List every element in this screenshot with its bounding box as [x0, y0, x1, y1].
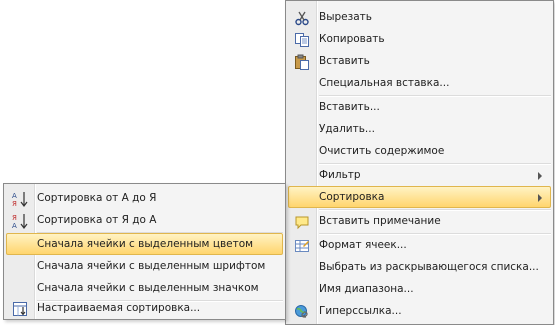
menu-item-copy[interactable]: Копировать — [288, 28, 551, 50]
submenu-item-font-first[interactable]: Сначала ячейки с выделенным шрифтом — [6, 255, 283, 277]
submenu-item-label: Сначала ячейки с выделенным шрифтом — [37, 260, 266, 272]
svg-text:А: А — [12, 192, 17, 200]
menu-item-label: Вставить... — [319, 101, 380, 113]
submenu-item-label: Сначала ячейки с выделенным значком — [37, 282, 259, 294]
menu-item-paste-special[interactable]: Специальная вставка... — [288, 72, 551, 94]
menu-item-hyperlink[interactable]: Гиперссылка... — [288, 300, 551, 322]
svg-text:Я: Я — [12, 200, 17, 208]
submenu-item-custom-sort[interactable]: Настраиваемая сортировка... — [6, 297, 283, 319]
paste-icon — [293, 53, 311, 71]
sort-descending-icon: Я А — [11, 212, 29, 230]
menu-item-label: Специальная вставка... — [319, 77, 450, 89]
custom-sort-icon — [11, 300, 29, 318]
svg-text:А: А — [12, 222, 17, 230]
menu-item-label: Имя диапазона... — [319, 283, 414, 295]
submenu-arrow-icon — [538, 194, 542, 202]
format-cells-icon — [293, 237, 311, 255]
menu-item-name-range[interactable]: Имя диапазона... — [288, 278, 551, 300]
sort-ascending-icon: А Я — [11, 190, 29, 208]
menu-item-label: Вставить примечание — [319, 215, 441, 227]
menu-item-label: Фильтр — [319, 169, 361, 181]
submenu-item-label: Сортировка от А до Я — [37, 192, 157, 204]
menu-item-filter[interactable]: Фильтр — [288, 164, 551, 186]
submenu-arrow-icon — [538, 172, 542, 180]
context-menu: Вырезать Копировать Вставить Специальная… — [285, 0, 554, 325]
submenu-item-sort-z-a[interactable]: Я А Сортировка от Я до А — [6, 209, 283, 231]
insert-comment-icon — [293, 213, 311, 231]
menu-item-clear-contents[interactable]: Очистить содержимое — [288, 140, 551, 162]
menu-item-label: Вырезать — [319, 11, 372, 23]
menu-item-format-cells[interactable]: Формат ячеек... — [288, 234, 551, 256]
menu-item-pick-from-list[interactable]: Выбрать из раскрывающегося списка... — [288, 256, 551, 278]
menu-item-label: Выбрать из раскрывающегося списка... — [319, 261, 539, 273]
menu-item-paste[interactable]: Вставить — [288, 50, 551, 72]
hyperlink-icon — [293, 303, 311, 321]
submenu-item-icon-first[interactable]: Сначала ячейки с выделенным значком — [6, 277, 283, 299]
submenu-item-label: Сначала ячейки с выделенным цветом — [37, 238, 254, 250]
copy-icon — [293, 31, 311, 49]
menu-item-cut[interactable]: Вырезать — [288, 6, 551, 28]
menu-item-label: Сортировка — [319, 191, 385, 203]
scissors-icon — [293, 9, 311, 27]
menu-item-label: Копировать — [319, 33, 385, 45]
menu-item-label: Формат ячеек... — [319, 239, 407, 251]
sort-submenu: А Я Сортировка от А до Я Я А Сортировка … — [3, 183, 286, 320]
svg-text:Я: Я — [12, 214, 17, 222]
submenu-item-label: Сортировка от Я до А — [37, 214, 157, 226]
menu-item-insert-comment[interactable]: Вставить примечание — [288, 210, 551, 232]
submenu-item-color-first[interactable]: Сначала ячейки с выделенным цветом — [6, 233, 283, 255]
submenu-item-label: Настраиваемая сортировка... — [37, 302, 201, 314]
menu-item-label: Очистить содержимое — [319, 145, 445, 157]
menu-item-label: Удалить... — [319, 123, 375, 135]
menu-item-label: Гиперссылка... — [319, 305, 402, 317]
submenu-item-sort-a-z[interactable]: А Я Сортировка от А до Я — [6, 187, 283, 209]
menu-item-insert[interactable]: Вставить... — [288, 96, 551, 118]
menu-item-delete[interactable]: Удалить... — [288, 118, 551, 140]
menu-item-label: Вставить — [319, 55, 370, 67]
menu-item-sort[interactable]: Сортировка — [288, 186, 551, 208]
